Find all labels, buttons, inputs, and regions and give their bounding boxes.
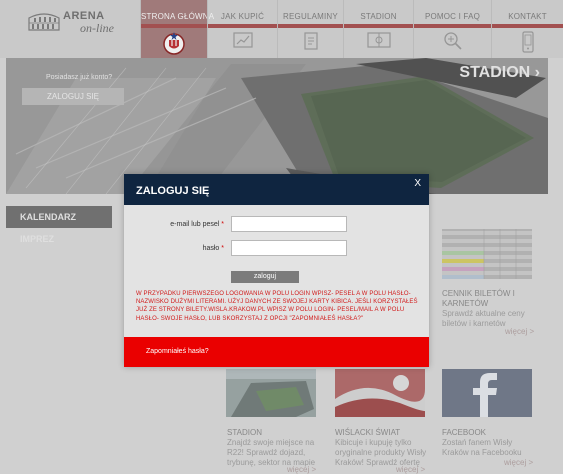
forgot-password-link[interactable]: Zapomniałeś hasła? [146, 348, 209, 355]
forgot-password-bar: Zapomniałeś hasła? [124, 337, 429, 367]
first-login-instructions: W PRZYPADKU PIERWSZEGO LOGOWANIA W POLU … [136, 291, 418, 322]
modal-header: ZALOGUJ SIĘ X [124, 174, 429, 205]
login-modal: ZALOGUJ SIĘ X e-mail lub pesel * hasło *… [124, 174, 429, 367]
login-submit-button[interactable]: zaloguj [231, 271, 299, 283]
password-label-text: hasło [202, 245, 220, 252]
close-icon[interactable]: X [414, 178, 421, 189]
password-field-label: hasło * [134, 245, 224, 252]
modal-title: ZALOGUJ SIĘ [136, 185, 210, 197]
required-marker: * [221, 245, 224, 252]
email-field[interactable] [231, 216, 347, 232]
email-label-text: e-mail lub pesel [170, 221, 220, 228]
password-field[interactable] [231, 240, 347, 256]
email-field-label: e-mail lub pesel * [134, 221, 224, 228]
required-marker: * [221, 221, 224, 228]
